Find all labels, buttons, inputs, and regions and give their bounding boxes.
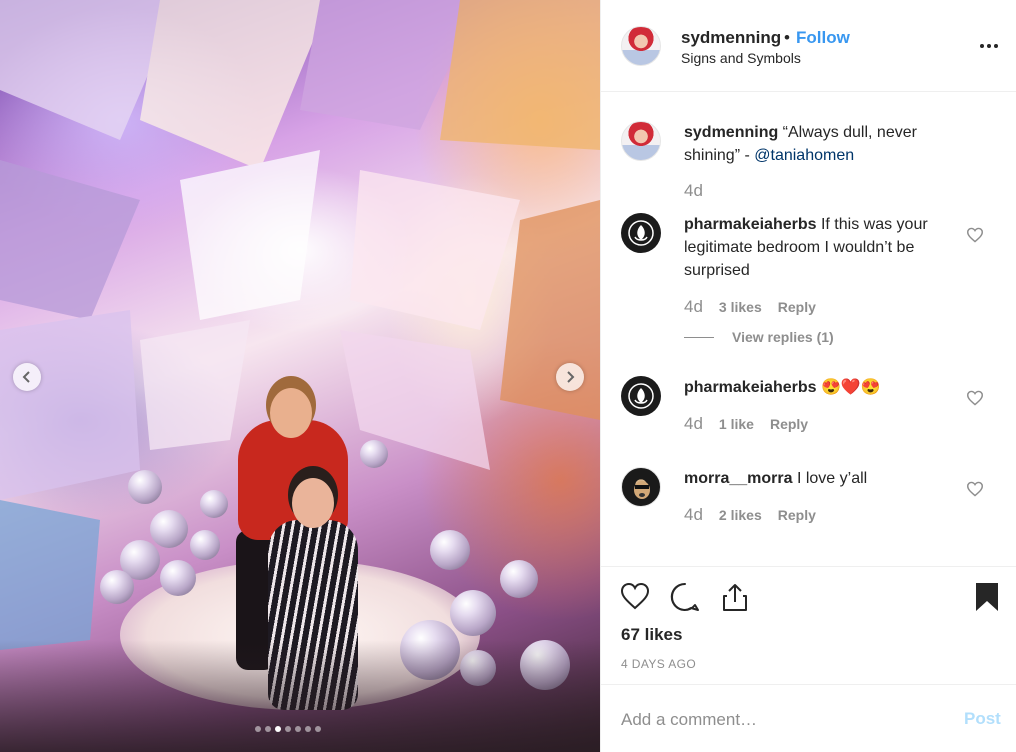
comment-time[interactable]: 4d <box>684 181 703 201</box>
carousel-dot-active <box>275 726 281 732</box>
post-button[interactable]: Post <box>964 709 1001 729</box>
likes-count[interactable]: 67 likes <box>621 625 682 645</box>
reply-button[interactable]: Reply <box>778 507 816 523</box>
photo-balloon <box>100 570 134 604</box>
share-icon[interactable] <box>719 581 751 613</box>
comment-meta: 4d 3 likes Reply <box>684 297 816 317</box>
photo-balloon <box>430 530 470 570</box>
comment-username[interactable]: morra__morra <box>684 470 793 487</box>
comment-input[interactable] <box>621 705 941 735</box>
photo-balloon <box>200 490 228 518</box>
comment-time[interactable]: 4d <box>684 414 703 434</box>
avatar[interactable] <box>621 467 661 507</box>
leaf-logo-icon <box>628 383 654 409</box>
reply-button[interactable]: Reply <box>778 299 816 315</box>
carousel-dot <box>295 726 301 732</box>
leaf-logo-icon <box>628 220 654 246</box>
photo-balloon <box>450 590 496 636</box>
comments-list[interactable]: sydmenning “Always dull, never shining” … <box>601 93 1016 565</box>
avatar[interactable] <box>621 376 661 416</box>
comment-meta: 4d 2 likes Reply <box>684 505 816 525</box>
caption: sydmenning “Always dull, never shining” … <box>621 121 1001 211</box>
chevron-left-icon <box>22 371 30 383</box>
caption-meta: 4d <box>684 181 703 201</box>
comment-username[interactable]: sydmenning <box>684 124 778 141</box>
comment-username[interactable]: pharmakeiaherbs <box>684 379 817 396</box>
post-details-panel: sydmenning • Follow Signs and Symbols sy… <box>600 0 1016 752</box>
list-item: pharmakeiaherbs 😍❤️😍 4d 1 like Reply <box>621 376 1001 446</box>
avatar[interactable] <box>621 213 661 253</box>
caption-text: sydmenning “Always dull, never shining” … <box>684 121 960 167</box>
comment-likes[interactable]: 3 likes <box>719 299 762 315</box>
carousel-dot <box>315 726 321 732</box>
photo-balloon <box>160 560 196 596</box>
avatar[interactable] <box>621 121 661 161</box>
comment-username[interactable]: pharmakeiaherbs <box>684 216 817 233</box>
comment-time[interactable]: 4d <box>684 505 703 525</box>
view-replies-label: View replies (1) <box>732 329 834 345</box>
comment-text: morra__morra I love y’all <box>684 467 960 490</box>
separator-dot: • <box>784 28 790 47</box>
photo-balloon <box>190 530 220 560</box>
comment-likes[interactable]: 2 likes <box>719 507 762 523</box>
like-comment-icon[interactable] <box>966 390 984 406</box>
photo-balloon <box>128 470 162 504</box>
comment-body: I love y’all <box>792 470 868 487</box>
post-header: sydmenning • Follow Signs and Symbols <box>601 0 1016 92</box>
photo-balloon <box>500 560 538 598</box>
comment-meta: 4d 1 like Reply <box>684 414 808 434</box>
heart-icon[interactable] <box>619 581 651 613</box>
photo-floor <box>0 640 600 752</box>
carousel-indicator <box>255 726 321 732</box>
post-actions: 67 likes 4 DAYS AGO <box>601 566 1016 684</box>
comment-likes[interactable]: 1 like <box>719 416 754 432</box>
photo-person-face <box>292 478 334 528</box>
chevron-right-icon <box>567 371 575 383</box>
comment-icon[interactable] <box>669 581 701 613</box>
carousel-dot <box>305 726 311 732</box>
follow-button[interactable]: Follow <box>796 28 850 48</box>
divider <box>684 336 714 338</box>
photo-balloon <box>360 440 388 468</box>
post-location[interactable]: Signs and Symbols <box>681 50 801 66</box>
photo-balloon <box>150 510 188 548</box>
mention-link[interactable]: @taniahomen <box>754 147 854 164</box>
comment-text: pharmakeiaherbs If this was your legitim… <box>684 213 960 282</box>
add-comment-bar: Post <box>601 684 1016 752</box>
photo-person-face <box>270 388 312 438</box>
avatar[interactable] <box>621 26 661 66</box>
bookmark-icon[interactable] <box>971 581 1003 613</box>
previous-photo-button[interactable] <box>13 363 41 391</box>
comment-text: pharmakeiaherbs 😍❤️😍 <box>684 376 960 399</box>
carousel-dot <box>265 726 271 732</box>
author-username[interactable]: sydmenning <box>681 28 781 48</box>
dog-avatar-icon <box>634 481 650 499</box>
more-options-icon[interactable] <box>977 36 1001 56</box>
comment-body: 😍❤️😍 <box>816 379 881 396</box>
view-replies-button[interactable]: View replies (1) <box>684 329 834 345</box>
next-photo-button[interactable] <box>556 363 584 391</box>
reply-button[interactable]: Reply <box>770 416 808 432</box>
carousel-dot <box>285 726 291 732</box>
list-item: morra__morra I love y’all 4d 2 likes Rep… <box>621 467 1001 537</box>
carousel-dot <box>255 726 261 732</box>
post-photo[interactable] <box>0 0 600 752</box>
post-date[interactable]: 4 DAYS AGO <box>621 657 696 671</box>
like-comment-icon[interactable] <box>966 481 984 497</box>
like-comment-icon[interactable] <box>966 227 984 243</box>
comment-time[interactable]: 4d <box>684 297 703 317</box>
